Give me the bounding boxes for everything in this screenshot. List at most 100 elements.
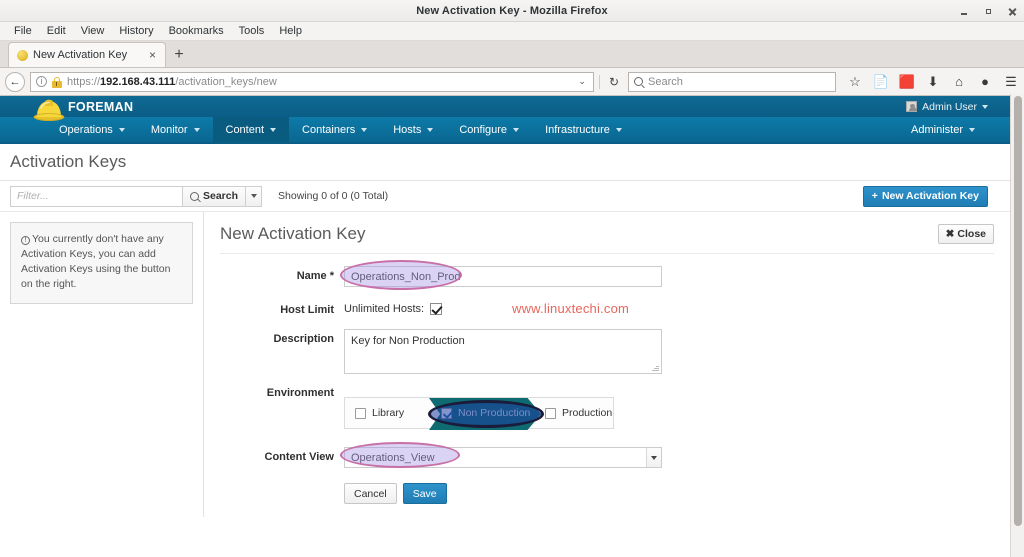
environment-library-label: Library: [372, 407, 405, 419]
save-button[interactable]: Save: [402, 483, 447, 504]
resize-handle[interactable]: [652, 364, 659, 371]
nav-item-monitor[interactable]: Monitor: [138, 117, 213, 142]
nav-item-hosts[interactable]: Hosts: [380, 117, 446, 142]
window-controls: [959, 0, 1018, 22]
label-host-limit: Host Limit: [280, 304, 334, 316]
page-scrollbar[interactable]: [1010, 94, 1024, 557]
browser-navbar: ← i https://192.168.43.111/activation_ke…: [0, 68, 1024, 96]
close-icon: ✖: [945, 228, 955, 240]
page-header: Activation Keys: [0, 144, 1010, 181]
form-header: New Activation Key ✖ Close: [220, 224, 994, 244]
environment-production-checkbox[interactable]: [545, 407, 556, 419]
nav-item-containers[interactable]: Containers: [289, 117, 380, 142]
name-input[interactable]: Operations_Non_Prod: [344, 266, 662, 287]
nav-item-administer[interactable]: Administer: [898, 117, 988, 142]
url-scheme: https://: [67, 75, 101, 88]
environment-option-production[interactable]: Production: [533, 398, 612, 428]
foreman-navbar: Operations Monitor Content Containers Ho…: [0, 117, 1010, 144]
content-view-select[interactable]: Operations_View: [344, 447, 662, 468]
browser-tab[interactable]: New Activation Key ×: [8, 42, 166, 67]
nav-item-configure[interactable]: Configure: [446, 117, 532, 142]
browser-search-placeholder: Search: [648, 75, 683, 88]
nav-label: Hosts: [393, 123, 422, 136]
chevron-down-icon[interactable]: [646, 448, 661, 467]
description-textarea[interactable]: Key for Non Production: [344, 329, 662, 374]
menu-file[interactable]: File: [7, 23, 40, 39]
url-bar[interactable]: i https://192.168.43.111/activation_keys…: [30, 71, 594, 92]
new-tab-button[interactable]: +: [166, 42, 192, 67]
chevron-down-icon: [250, 194, 257, 198]
search-icon: [634, 77, 643, 86]
lock-warning-icon[interactable]: [51, 76, 63, 88]
info-icon[interactable]: i: [36, 76, 47, 87]
field-row-actions: Cancel Save: [220, 481, 994, 504]
user-menu-label: Admin User: [922, 100, 977, 113]
chevron-down-icon: [193, 127, 200, 132]
environment-non-production-checkbox[interactable]: [441, 407, 452, 419]
unlimited-hosts-checkbox[interactable]: [430, 303, 443, 315]
empty-state-info: ! You currently don't have any Activation…: [10, 222, 193, 304]
chevron-down-icon: [982, 104, 988, 109]
content-view-value: Operations_View: [351, 451, 435, 464]
magnifier-icon: [190, 191, 199, 201]
scrollbar-thumb[interactable]: [1014, 96, 1022, 526]
nav-item-content[interactable]: Content: [212, 117, 290, 142]
back-button[interactable]: ←: [5, 71, 25, 92]
environment-library-checkbox[interactable]: [355, 407, 366, 419]
plus-icon: +: [871, 190, 878, 202]
nav-item-infrastructure[interactable]: Infrastructure: [532, 117, 635, 142]
browser-search-box[interactable]: Search: [628, 71, 836, 92]
form-title: New Activation Key: [220, 224, 366, 243]
user-menu[interactable]: Admin User: [906, 96, 988, 117]
foreman-nav-right: Administer: [898, 117, 1010, 142]
nav-label: Administer: [911, 123, 963, 136]
download-icon[interactable]: ⬇: [925, 74, 941, 90]
filter-input[interactable]: Filter...: [10, 185, 182, 207]
bookmark-star-icon[interactable]: ☆: [847, 74, 863, 90]
nav-label: Configure: [459, 123, 508, 136]
empty-state-text: You currently don't have any Activation …: [21, 233, 171, 290]
label-name-text: Name: [296, 270, 327, 282]
pocket-icon[interactable]: 🟥: [899, 74, 915, 90]
form-buttons: Cancel Save: [344, 481, 994, 504]
reader-icon[interactable]: 📄: [873, 74, 889, 90]
environment-option-library[interactable]: Library: [345, 398, 433, 428]
tab-close-icon[interactable]: ×: [146, 49, 159, 61]
url-path: /activation_keys/new: [175, 75, 277, 88]
unlimited-hosts-row[interactable]: Unlimited Hosts:: [344, 300, 994, 315]
environment-option-non-production[interactable]: Non Production: [433, 398, 533, 428]
search-button[interactable]: Search: [182, 185, 247, 207]
reload-button[interactable]: ↻: [605, 75, 623, 89]
menu-help[interactable]: Help: [272, 23, 310, 39]
foreman-logo[interactable]: FOREMAN: [33, 99, 133, 121]
window-titlebar: New Activation Key - Mozilla Firefox: [0, 0, 1024, 22]
close-form-button[interactable]: ✖ Close: [937, 224, 994, 244]
showing-count: Showing 0 of 0 (0 Total): [278, 190, 389, 202]
menu-tools[interactable]: Tools: [232, 23, 273, 39]
home-icon[interactable]: ⌂: [951, 74, 967, 90]
menu-icon[interactable]: ☰: [1003, 74, 1019, 90]
browser-menubar: File Edit View History Bookmarks Tools H…: [0, 22, 1024, 41]
foreman-header: FOREMAN Admin User: [0, 96, 1010, 121]
chevron-down-icon: [615, 127, 622, 132]
menu-edit[interactable]: Edit: [40, 23, 74, 39]
window-maximize-button[interactable]: [983, 5, 994, 17]
browser-toolbar-icons: ☆ 📄 🟥 ⬇ ⌂ ● ☰: [841, 74, 1019, 90]
window-minimize-button[interactable]: [959, 5, 970, 17]
description-value: Key for Non Production: [351, 335, 465, 347]
new-activation-key-button[interactable]: + New Activation Key: [862, 185, 988, 207]
url-dropdown-icon[interactable]: ⌄: [575, 76, 589, 87]
menu-bookmarks[interactable]: Bookmarks: [162, 23, 232, 39]
control-host-limit: Unlimited Hosts: www.linuxtechi.com: [344, 300, 994, 316]
menu-view[interactable]: View: [74, 23, 113, 39]
environment-non-production-label: Non Production: [458, 407, 531, 419]
content-body: ! You currently don't have any Activation…: [0, 212, 1010, 517]
menu-history[interactable]: History: [112, 23, 161, 39]
url-host: 192.168.43.111: [100, 75, 176, 88]
search-dropdown-button[interactable]: [246, 185, 263, 207]
field-row-host-limit: Host Limit Unlimited Hosts: www.linuxtec…: [220, 300, 994, 316]
sync-icon[interactable]: ●: [977, 74, 993, 90]
filter-placeholder: Filter...: [17, 190, 49, 202]
window-close-button[interactable]: [1007, 5, 1018, 17]
cancel-button[interactable]: Cancel: [344, 483, 397, 504]
